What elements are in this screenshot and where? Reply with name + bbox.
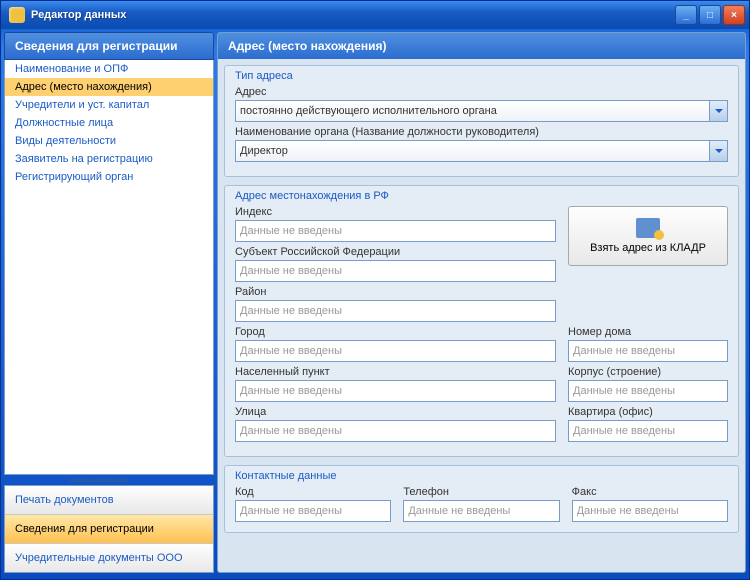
input-index[interactable] [235, 220, 556, 242]
label-corpus: Корпус (строение) [568, 366, 728, 378]
label-fax: Факс [572, 486, 728, 498]
label-locality: Населенный пункт [235, 366, 556, 378]
input-district[interactable] [235, 300, 556, 322]
sidebar-item-naming[interactable]: Наименование и ОПФ [5, 60, 213, 78]
input-city[interactable] [235, 340, 556, 362]
input-flat[interactable] [568, 420, 728, 442]
group-title-addr: Адрес местонахождения в РФ [235, 190, 728, 202]
input-house[interactable] [568, 340, 728, 362]
window: Редактор данных _ □ × Сведения для регис… [0, 0, 750, 580]
label-phone: Телефон [403, 486, 559, 498]
select-address-type[interactable] [235, 100, 728, 122]
kladr-button[interactable]: Взять адрес из КЛАДР [568, 206, 728, 266]
sidebar-item-registrar[interactable]: Регистрирующий орган [5, 168, 213, 186]
input-fax[interactable] [572, 500, 728, 522]
input-code[interactable] [235, 500, 391, 522]
input-street[interactable] [235, 420, 556, 442]
select-org-name[interactable] [235, 140, 728, 162]
close-button[interactable]: × [723, 5, 745, 25]
sidebar-item-officials[interactable]: Должностные лица [5, 114, 213, 132]
sidebar-btm-registration[interactable]: Сведения для регистрации [5, 515, 213, 544]
minimize-button[interactable]: _ [675, 5, 697, 25]
label-org-name: Наименование органа (Название должности … [235, 126, 728, 138]
label-code: Код [235, 486, 391, 498]
group-contacts: Контактные данные Код Телефон Факс [224, 465, 739, 533]
group-title-type: Тип адреса [235, 70, 728, 82]
group-title-contact: Контактные данные [235, 470, 728, 482]
label-house: Номер дома [568, 326, 728, 338]
label-district: Район [235, 286, 556, 298]
sidebar-bottom: Печать документов Сведения для регистрац… [4, 485, 214, 573]
main-panel: Адрес (место нахождения) Тип адреса Адре… [217, 32, 746, 573]
input-locality[interactable] [235, 380, 556, 402]
label-street: Улица [235, 406, 556, 418]
sidebar-btm-founding-docs[interactable]: Учредительные документы ООО [5, 544, 213, 572]
main-header: Адрес (место нахождения) [218, 33, 745, 59]
input-phone[interactable] [403, 500, 559, 522]
sidebar-header: Сведения для регистрации [4, 32, 214, 60]
sidebar-item-activities[interactable]: Виды деятельности [5, 132, 213, 150]
main-body: Тип адреса Адрес Наименование органа (На… [218, 59, 745, 572]
kladr-label: Взять адрес из КЛАДР [590, 242, 706, 254]
titlebar[interactable]: Редактор данных _ □ × [1, 1, 749, 29]
sidebar-list: Наименование и ОПФ Адрес (место нахожден… [4, 60, 214, 475]
app-icon [9, 7, 25, 23]
sidebar-btm-print[interactable]: Печать документов [5, 486, 213, 515]
window-buttons: _ □ × [675, 5, 745, 25]
content: Сведения для регистрации Наименование и … [1, 29, 749, 576]
maximize-button[interactable]: □ [699, 5, 721, 25]
label-address: Адрес [235, 86, 728, 98]
label-index: Индекс [235, 206, 556, 218]
book-icon [636, 218, 660, 238]
label-flat: Квартира (офис) [568, 406, 728, 418]
label-subject: Субъект Российской Федерации [235, 246, 556, 258]
sidebar-resizer[interactable] [4, 475, 214, 485]
input-subject[interactable] [235, 260, 556, 282]
group-address-rf: Адрес местонахождения в РФ Индекс Субъек… [224, 185, 739, 457]
sidebar-item-founders[interactable]: Учредители и уст. капитал [5, 96, 213, 114]
group-address-type: Тип адреса Адрес Наименование органа (На… [224, 65, 739, 177]
label-city: Город [235, 326, 556, 338]
input-corpus[interactable] [568, 380, 728, 402]
sidebar: Сведения для регистрации Наименование и … [4, 32, 214, 573]
window-title: Редактор данных [31, 9, 675, 21]
sidebar-item-applicant[interactable]: Заявитель на регистрацию [5, 150, 213, 168]
sidebar-item-address[interactable]: Адрес (место нахождения) [5, 78, 213, 96]
